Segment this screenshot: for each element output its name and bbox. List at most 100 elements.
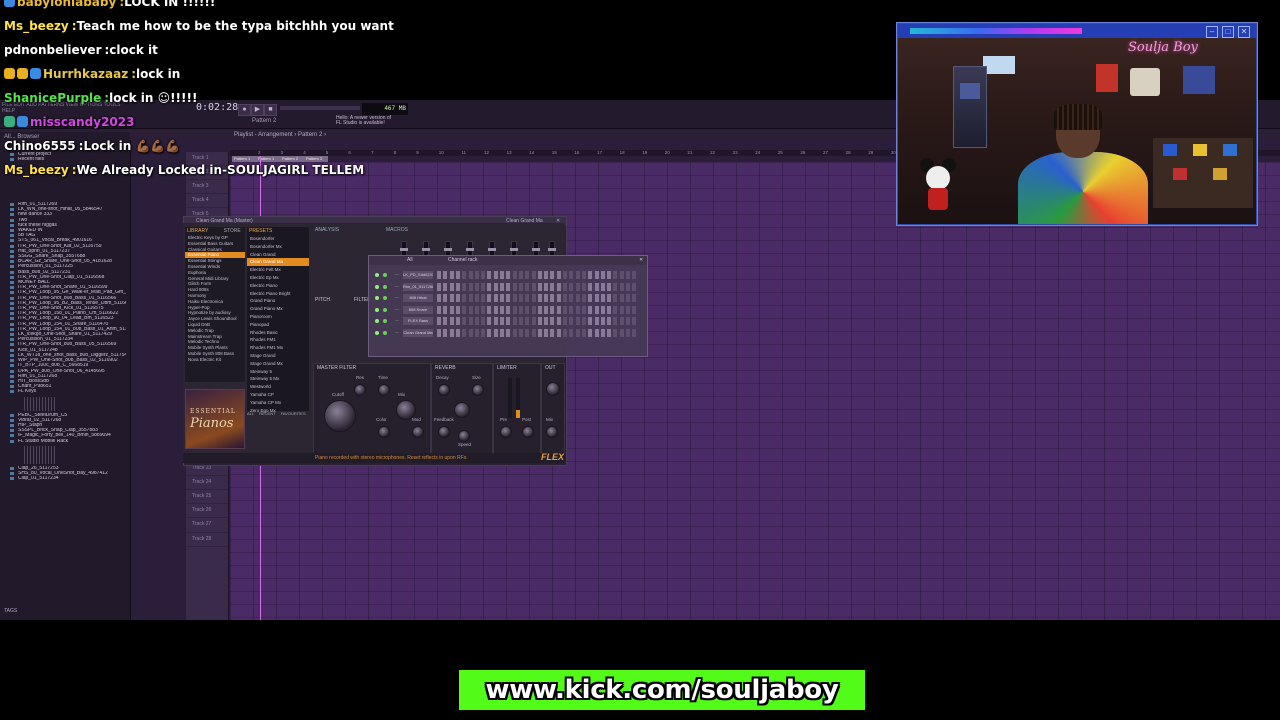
step-button[interactable] bbox=[455, 317, 460, 325]
step-button[interactable] bbox=[493, 305, 498, 314]
step-button[interactable] bbox=[481, 282, 486, 291]
step-button[interactable] bbox=[581, 317, 586, 325]
channel-mixer-track[interactable]: — bbox=[395, 271, 399, 276]
step-button[interactable] bbox=[462, 317, 467, 325]
step-button[interactable] bbox=[487, 317, 492, 325]
step-button[interactable] bbox=[449, 317, 454, 325]
step-button[interactable] bbox=[468, 317, 473, 325]
step-button[interactable] bbox=[600, 271, 605, 279]
step-button[interactable] bbox=[481, 328, 486, 337]
step-button[interactable] bbox=[594, 317, 599, 325]
step-button[interactable] bbox=[474, 271, 479, 279]
step-button[interactable] bbox=[462, 294, 467, 302]
channel-mixer-track[interactable]: — bbox=[395, 283, 399, 288]
preset-item[interactable]: Grand Piano bbox=[247, 297, 309, 305]
step-button[interactable] bbox=[569, 282, 574, 291]
step-button[interactable] bbox=[462, 271, 467, 279]
step-button[interactable] bbox=[493, 282, 498, 291]
step-button[interactable] bbox=[556, 294, 561, 302]
step-button[interactable] bbox=[493, 294, 498, 302]
channel-name-button[interactable]: Rim_01_5117268 bbox=[403, 282, 433, 291]
step-button[interactable] bbox=[619, 282, 624, 291]
step-button[interactable] bbox=[531, 271, 536, 279]
step-button[interactable] bbox=[443, 294, 448, 302]
track-header[interactable]: Track 28 bbox=[186, 533, 228, 547]
track-header[interactable]: Track 4 bbox=[186, 194, 228, 209]
step-button[interactable] bbox=[613, 317, 618, 325]
step-button[interactable] bbox=[626, 317, 630, 325]
browser-file[interactable]: FL Studio Mobile Rack bbox=[6, 439, 126, 444]
step-button[interactable] bbox=[449, 328, 454, 337]
step-button[interactable] bbox=[537, 328, 542, 337]
channel-name-button[interactable]: LK_PD_Sdd0237 bbox=[403, 271, 433, 279]
step-button[interactable] bbox=[594, 328, 599, 337]
step-button[interactable] bbox=[437, 271, 441, 279]
step-button[interactable] bbox=[512, 317, 517, 325]
step-button[interactable] bbox=[531, 317, 536, 325]
preset-item[interactable]: Grand Piano Mx bbox=[247, 305, 309, 313]
flex-footer-tabs[interactable]: ALL RECENT FAVOURITES bbox=[247, 411, 309, 419]
tab-favourites[interactable]: FAVOURITES bbox=[281, 411, 306, 416]
channel-name-button[interactable]: 808 Snare bbox=[403, 305, 433, 314]
step-button[interactable] bbox=[518, 328, 523, 337]
step-button[interactable] bbox=[525, 282, 530, 291]
step-button[interactable] bbox=[594, 305, 599, 314]
preset-item[interactable]: Stage Grand bbox=[247, 352, 309, 360]
step-button[interactable] bbox=[626, 271, 630, 279]
step-button[interactable] bbox=[506, 317, 511, 325]
step-button[interactable] bbox=[581, 305, 586, 314]
step-button[interactable] bbox=[588, 305, 593, 314]
step-button[interactable] bbox=[563, 305, 567, 314]
step-button[interactable] bbox=[449, 282, 454, 291]
step-button[interactable] bbox=[481, 294, 486, 302]
channel-mixer-track[interactable]: — bbox=[395, 317, 399, 322]
step-button[interactable] bbox=[468, 271, 473, 279]
res-knob[interactable] bbox=[354, 384, 366, 396]
preset-item[interactable]: Rhodes FM1 Mx bbox=[247, 344, 309, 352]
channel-mixer-track[interactable]: — bbox=[395, 329, 399, 334]
step-button[interactable] bbox=[531, 294, 536, 302]
step-button[interactable] bbox=[518, 271, 523, 279]
step-button[interactable] bbox=[550, 271, 555, 279]
step-button[interactable] bbox=[544, 282, 549, 291]
preset-item[interactable]: Yamaha CP Mx bbox=[247, 399, 309, 407]
step-button[interactable] bbox=[531, 305, 536, 314]
step-button[interactable] bbox=[632, 317, 637, 325]
step-button[interactable] bbox=[588, 328, 593, 337]
step-button[interactable] bbox=[468, 305, 473, 314]
step-button[interactable] bbox=[594, 271, 599, 279]
step-button[interactable] bbox=[537, 305, 542, 314]
decay-knob[interactable] bbox=[438, 384, 450, 396]
browser-footer[interactable]: TAGS bbox=[4, 608, 17, 614]
browser-file[interactable]: FL Keys bbox=[6, 389, 126, 394]
step-button[interactable] bbox=[506, 328, 511, 337]
step-button[interactable] bbox=[563, 271, 567, 279]
step-button[interactable] bbox=[474, 328, 479, 337]
step-button[interactable] bbox=[512, 282, 517, 291]
channel-solo-led[interactable] bbox=[383, 330, 387, 335]
step-button[interactable] bbox=[506, 305, 511, 314]
step-button[interactable] bbox=[544, 271, 549, 279]
step-button[interactable] bbox=[544, 294, 549, 302]
step-button[interactable] bbox=[518, 294, 523, 302]
step-button[interactable] bbox=[525, 305, 530, 314]
step-button[interactable] bbox=[537, 317, 542, 325]
step-button[interactable] bbox=[537, 282, 542, 291]
step-button[interactable] bbox=[556, 305, 561, 314]
step-button[interactable] bbox=[581, 271, 586, 279]
reverb-mix-knob[interactable] bbox=[454, 402, 470, 418]
step-button[interactable] bbox=[550, 282, 555, 291]
step-button[interactable] bbox=[493, 271, 498, 279]
step-button[interactable] bbox=[468, 282, 473, 291]
step-button[interactable] bbox=[575, 294, 580, 302]
step-button[interactable] bbox=[550, 294, 555, 302]
step-button[interactable] bbox=[443, 271, 448, 279]
step-button[interactable] bbox=[619, 294, 624, 302]
step-button[interactable] bbox=[512, 294, 517, 302]
track-header[interactable]: Track 25 bbox=[186, 490, 228, 505]
step-button[interactable] bbox=[550, 317, 555, 325]
step-button[interactable] bbox=[443, 305, 448, 314]
channel-solo-led[interactable] bbox=[383, 296, 387, 300]
library-item[interactable]: Nova Electric Kit bbox=[185, 357, 245, 363]
feedback-knob[interactable] bbox=[438, 426, 450, 438]
